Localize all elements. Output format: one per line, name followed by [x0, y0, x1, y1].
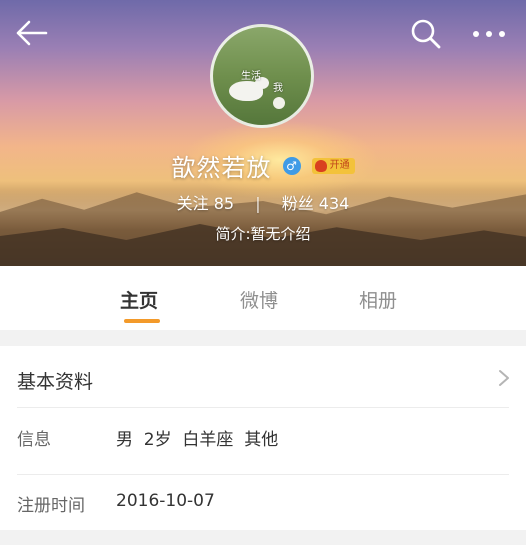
vip-badge-label: 开通: [329, 159, 350, 171]
username: 歆然若放: [171, 154, 272, 182]
active-tab-indicator: [124, 319, 160, 323]
vip-badge[interactable]: 开通: [311, 157, 355, 174]
tab-home[interactable]: 主页: [120, 286, 158, 313]
more-icon[interactable]: [470, 22, 510, 46]
divider: [17, 474, 509, 475]
following-stat[interactable]: 关注 85: [177, 190, 234, 214]
followers-count: 434: [318, 194, 350, 213]
register-time-label: 注册时间: [17, 496, 85, 516]
tab-album[interactable]: 相册: [359, 286, 397, 313]
card-title: 基本资料: [17, 371, 94, 393]
followers-stat[interactable]: 粉丝 434: [282, 190, 350, 214]
name-row: 歆然若放 ♂ 开通: [0, 148, 526, 182]
profile-cover: 生活 我 歆然若放 ♂ 开通 关注 85 | 粉丝 434 简介:暂无介绍: [0, 0, 526, 266]
info-value: 男 2岁 白羊座 其他: [116, 430, 279, 450]
stats-separator: |: [255, 194, 261, 213]
following-label: 关注: [176, 194, 209, 213]
avatar[interactable]: 生活 我: [210, 24, 314, 128]
following-count: 85: [213, 194, 235, 213]
avatar-ball-shape: [273, 97, 285, 109]
info-label: 信息: [17, 430, 51, 450]
basic-info-card: 基本资料 信息 男 2岁 白羊座 其他 注册时间 2016-10-07: [0, 346, 526, 530]
chevron-right-icon[interactable]: [494, 368, 514, 388]
avatar-tag: 生活: [241, 71, 261, 82]
back-arrow-icon[interactable]: [14, 18, 50, 48]
vip-crown-icon: [314, 159, 327, 172]
avatar-tag: 我: [273, 83, 283, 94]
male-gender-icon: ♂: [282, 156, 301, 175]
search-icon[interactable]: [410, 18, 442, 50]
divider: [17, 407, 509, 408]
bio-text: 简介:暂无介绍: [215, 225, 311, 243]
tab-weibo[interactable]: 微博: [240, 286, 278, 313]
follow-stats: 关注 85 | 粉丝 434: [0, 190, 526, 214]
followers-label: 粉丝: [281, 194, 314, 213]
profile-tabs: 主页 微博 相册: [0, 266, 526, 330]
register-time-value: 2016-10-07: [116, 491, 215, 511]
